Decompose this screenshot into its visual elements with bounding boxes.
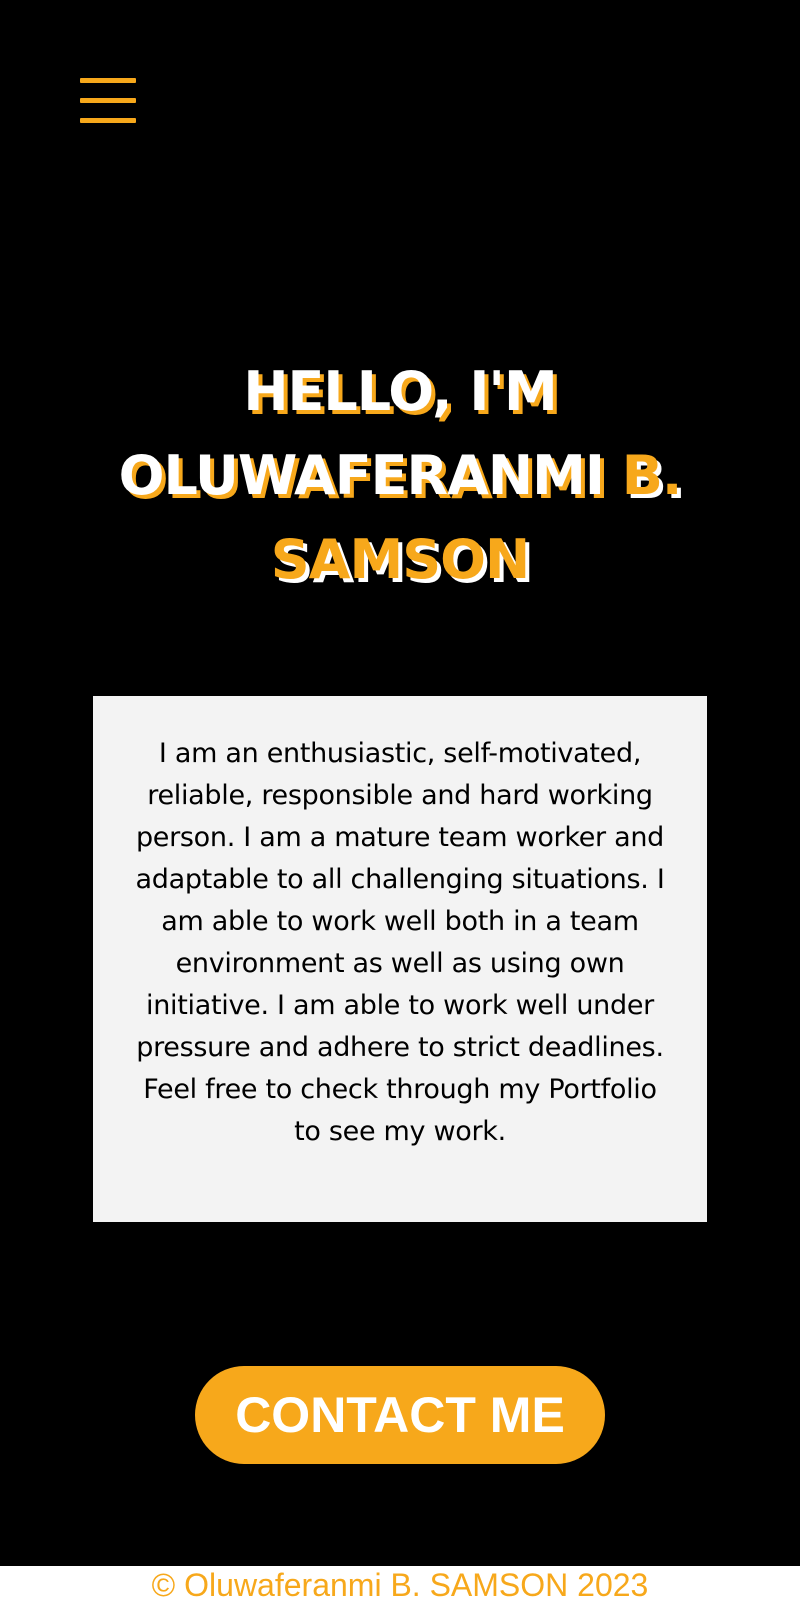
menu-bar-middle — [80, 98, 136, 103]
hero-middle-initial: B. — [621, 444, 683, 507]
menu-bar-bottom — [80, 118, 136, 123]
menu-bar-top — [80, 78, 136, 83]
about-card: I am an enthusiastic, self-motivated, re… — [93, 696, 707, 1222]
hero-heading: HELLO, I'M OLUWAFERANMI B. SAMSON — [80, 350, 720, 602]
hero-last-name: SAMSON — [270, 528, 530, 591]
hero-greeting: HELLO, I'M — [243, 360, 557, 423]
about-text: I am an enthusiastic, self-motivated, re… — [135, 738, 665, 1147]
contact-me-button[interactable]: CONTACT ME — [195, 1366, 605, 1464]
hero-first-name: OLUWAFERANMI — [118, 444, 605, 507]
hamburger-menu-icon[interactable] — [80, 78, 136, 124]
footer-copyright: © Oluwaferanmi B. SAMSON 2023 — [0, 1566, 800, 1604]
